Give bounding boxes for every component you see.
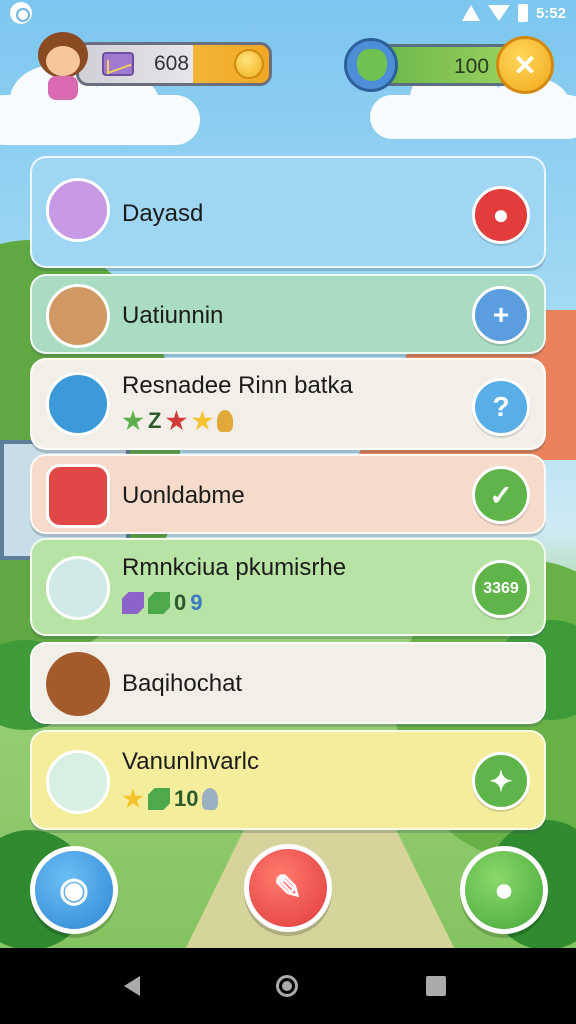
cup-icon xyxy=(202,788,219,810)
list-item-title: Baqihochat xyxy=(122,670,243,697)
coins-hud[interactable]: 608 xyxy=(36,32,272,100)
gem-icon xyxy=(122,592,144,614)
avatar-face xyxy=(46,46,80,76)
list-item[interactable]: Uonldabme ✓ xyxy=(30,454,546,534)
hammer-button[interactable]: ✎ xyxy=(244,844,332,932)
list-item-meta: 0 9 xyxy=(122,590,203,616)
photo-button[interactable]: ◉ xyxy=(30,846,118,934)
list-item-title: Vanunlnvarlc xyxy=(122,748,259,775)
list-item[interactable]: Rmnkciua pkumisrhe 0 9 3369 xyxy=(30,538,546,636)
status-icons: 5:52 xyxy=(461,4,566,22)
status-bar: 5:52 xyxy=(0,0,576,28)
bear-icon xyxy=(46,652,110,716)
gem-icon xyxy=(148,592,170,614)
avatar-body xyxy=(48,76,78,100)
shield-icon xyxy=(344,38,398,92)
meta-value: 0 xyxy=(174,590,187,615)
list-item[interactable]: Uatiunnin + xyxy=(30,274,546,354)
tools-button[interactable]: ✕ xyxy=(496,36,554,94)
count-icon: 3369 xyxy=(483,580,519,597)
sparkle-button[interactable]: ✦ xyxy=(472,752,530,810)
star-icon xyxy=(165,410,188,431)
question-icon: ? xyxy=(492,391,510,422)
chat-button[interactable]: ● xyxy=(460,846,548,934)
help-button[interactable]: ? xyxy=(472,378,530,436)
tools-icon: ✕ xyxy=(513,49,537,81)
sparkle-icon: ✦ xyxy=(489,765,513,797)
hammer-icon: ✎ xyxy=(273,869,303,907)
count-button[interactable]: 3369 xyxy=(472,560,530,618)
list-item[interactable]: Vanunlnvarlc 10 ✦ xyxy=(30,730,546,830)
plus-button[interactable]: + xyxy=(472,286,530,344)
girl-icon xyxy=(46,750,110,814)
star-icon xyxy=(122,410,144,431)
meta-value: Z xyxy=(148,408,162,433)
health-hud[interactable]: 100 ✕ xyxy=(344,36,554,94)
cloud xyxy=(0,65,200,145)
list-item-title: Rmnkciua pkumisrhe xyxy=(122,554,347,581)
navigation-bar xyxy=(0,948,576,1024)
home-icon[interactable] xyxy=(276,975,298,997)
list-item-title: Uatiunnin xyxy=(122,302,224,329)
girl-icon xyxy=(46,556,110,620)
wifi-icon xyxy=(487,5,510,21)
star-icon xyxy=(191,410,214,431)
coins-value: 608 xyxy=(154,52,190,75)
list-item[interactable]: Resnadee Rinn batka Z ? xyxy=(30,358,546,450)
star-icon xyxy=(122,788,144,809)
cloud xyxy=(370,63,576,139)
list-item-title: Uonldabme xyxy=(122,482,245,509)
list-item[interactable]: Baqihochat xyxy=(30,642,546,724)
list-item-title: Resnadee Rinn batka xyxy=(122,372,353,399)
back-icon[interactable] xyxy=(124,976,140,996)
photo-icon: ◉ xyxy=(59,871,89,909)
list-item-meta: Z xyxy=(122,408,234,434)
redirect-icon xyxy=(46,464,110,528)
status-time: 5:52 xyxy=(535,4,566,22)
meta-value: 10 xyxy=(174,786,199,811)
recent-apps-icon[interactable] xyxy=(426,976,446,996)
eye-icon: ● xyxy=(492,199,510,230)
check-button[interactable]: ✓ xyxy=(472,466,530,524)
meta-value: 9 xyxy=(190,590,203,615)
envelope-icon xyxy=(102,52,134,76)
bear-icon xyxy=(46,178,110,242)
signal-icon xyxy=(461,5,480,21)
health-value: 100 xyxy=(454,55,490,78)
scroll-icon xyxy=(46,372,110,436)
list-item-title: Dayasd xyxy=(122,200,204,227)
plus-icon: + xyxy=(492,299,510,330)
eye-button[interactable]: ● xyxy=(472,186,530,244)
player-avatar[interactable] xyxy=(36,32,90,102)
battery-icon xyxy=(517,4,528,22)
list-item[interactable]: Dayasd ● xyxy=(30,156,546,268)
app-icon xyxy=(10,2,32,24)
bear-icon xyxy=(46,284,110,348)
list-item-meta: 10 xyxy=(122,786,219,812)
check-icon: ✓ xyxy=(489,479,513,511)
gem-icon xyxy=(148,788,170,810)
coin-icon xyxy=(234,49,264,79)
bulb-icon xyxy=(217,410,234,432)
chat-icon: ● xyxy=(493,870,515,909)
